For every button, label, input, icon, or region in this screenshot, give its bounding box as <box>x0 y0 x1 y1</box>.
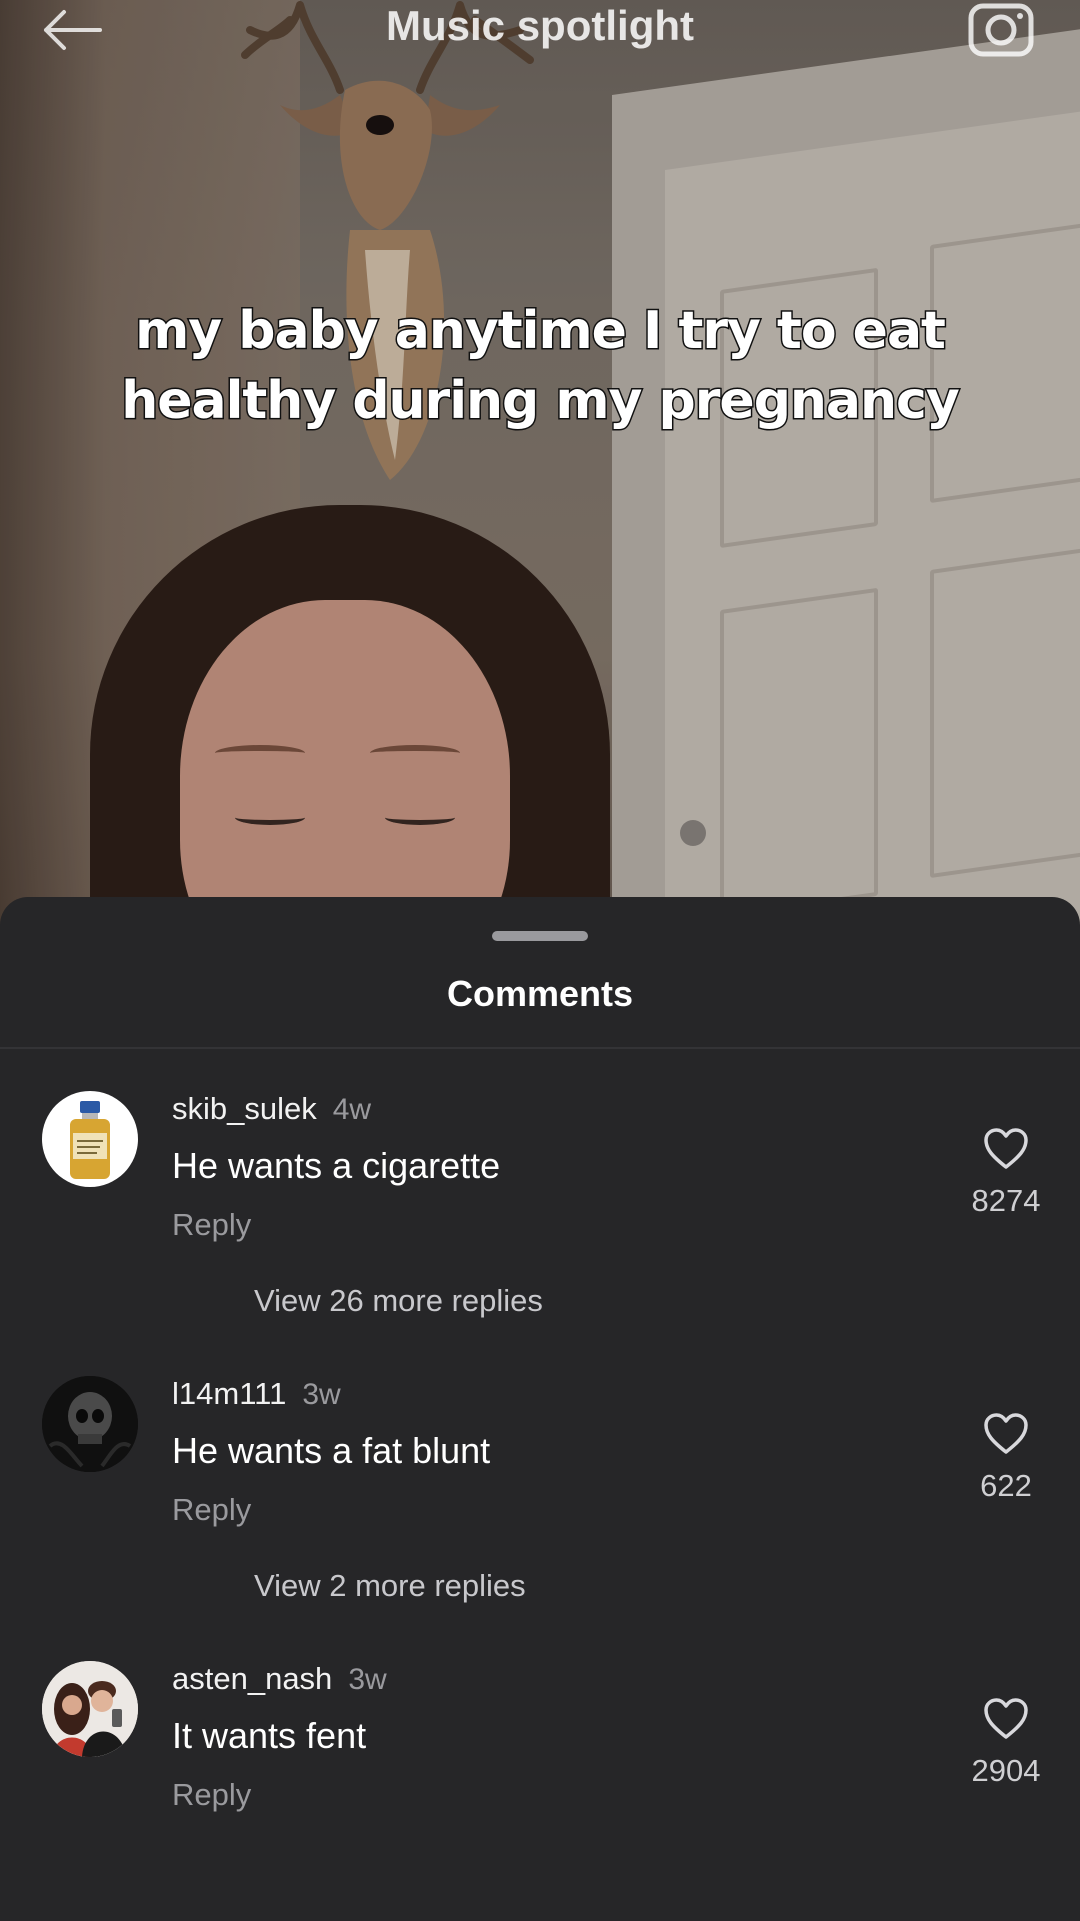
comment-time: 3w <box>348 1663 387 1696</box>
heart-icon <box>984 1413 1028 1454</box>
skull-avatar-icon <box>42 1376 138 1472</box>
top-bar: Music spotlight <box>0 0 1080 60</box>
comment-username[interactable]: l14m111 <box>172 1376 286 1411</box>
avatar[interactable] <box>42 1661 138 1757</box>
comments-sheet: Comments skib_sulek 4w He wants a cigaret… <box>0 897 1080 1828</box>
video-player[interactable]: my baby anytime I try to eat healthy dur… <box>0 0 1080 940</box>
comment-text: He wants a cigarette <box>172 1145 501 1186</box>
like-button[interactable] <box>982 1412 1030 1456</box>
heart-icon <box>984 1128 1028 1169</box>
vial-avatar-icon <box>70 1101 110 1179</box>
comment-text: He wants a fat blunt <box>172 1430 491 1471</box>
comment-header: asten_nash 3w <box>172 1661 387 1697</box>
sheet-drag-handle[interactable] <box>492 931 588 941</box>
like-count: 622 <box>980 1468 1032 1503</box>
view-more-replies[interactable]: View 2 more replies <box>254 1568 526 1604</box>
comments-title: Comments <box>446 973 634 1014</box>
avatar[interactable] <box>42 1091 138 1187</box>
couple-photo-avatar-icon <box>42 1661 138 1757</box>
comment-item: asten_nash 3w It wants fent Reply 2904 <box>0 1661 1080 1921</box>
camera-button[interactable] <box>966 0 1036 58</box>
video-caption-line: healthy during my pregnancy <box>120 370 962 433</box>
comment-time: 4w <box>332 1093 372 1126</box>
page-title: Music spotlight <box>386 2 694 49</box>
comment-header: skib_sulek 4w <box>172 1091 371 1127</box>
video-dim-overlay <box>0 0 1080 940</box>
comment-header: l14m111 3w <box>172 1376 341 1412</box>
like-count: 2904 <box>971 1753 1041 1788</box>
view-more-replies[interactable]: View 26 more replies <box>254 1283 543 1319</box>
reply-button[interactable]: Reply <box>172 1207 251 1243</box>
comment-item: l14m111 3w He wants a fat blunt Reply 622… <box>0 1376 1080 1636</box>
heart-icon <box>984 1698 1028 1739</box>
comment-item: skib_sulek 4w He wants a cigarette Reply … <box>0 1091 1080 1351</box>
comment-username[interactable]: asten_nash <box>172 1661 332 1696</box>
divider <box>0 1047 1080 1049</box>
video-caption-line: my baby anytime I try to eat <box>134 300 948 363</box>
like-count: 8274 <box>971 1183 1041 1218</box>
like-button[interactable] <box>982 1697 1030 1741</box>
comment-text: It wants fent <box>172 1715 367 1756</box>
camera-icon <box>968 3 1034 57</box>
avatar[interactable] <box>42 1376 138 1472</box>
comment-username[interactable]: skib_sulek <box>172 1091 317 1126</box>
like-button[interactable] <box>982 1127 1030 1171</box>
comment-time: 3w <box>302 1378 341 1411</box>
reply-button[interactable]: Reply <box>172 1492 251 1528</box>
reply-button[interactable]: Reply <box>172 1777 251 1813</box>
video-caption: my baby anytime I try to eat healthy dur… <box>0 296 1080 436</box>
